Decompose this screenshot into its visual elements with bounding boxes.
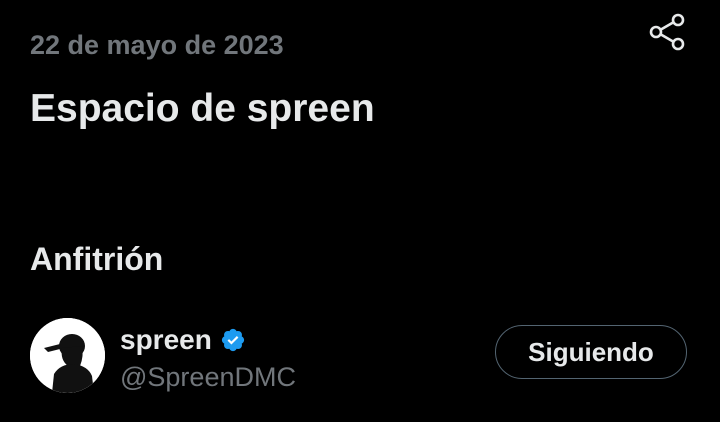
space-title: Espacio de spreen [30, 87, 375, 130]
host-row: spreen @SpreenDMC Siguiendo [30, 318, 690, 393]
following-button[interactable]: Siguiendo [495, 325, 687, 379]
host-section-label: Anfitrión [30, 241, 164, 277]
share-icon [649, 13, 685, 51]
share-button[interactable] [646, 12, 690, 52]
avatar-silhouette-icon [30, 318, 105, 393]
verified-badge-icon [220, 327, 246, 353]
host-handle: @SpreenDMC [120, 362, 296, 392]
host-name: spreen [120, 324, 212, 355]
host-name-link[interactable]: spreen [120, 322, 246, 358]
host-avatar[interactable] [30, 318, 105, 393]
space-date: 22 de mayo de 2023 [30, 30, 284, 60]
